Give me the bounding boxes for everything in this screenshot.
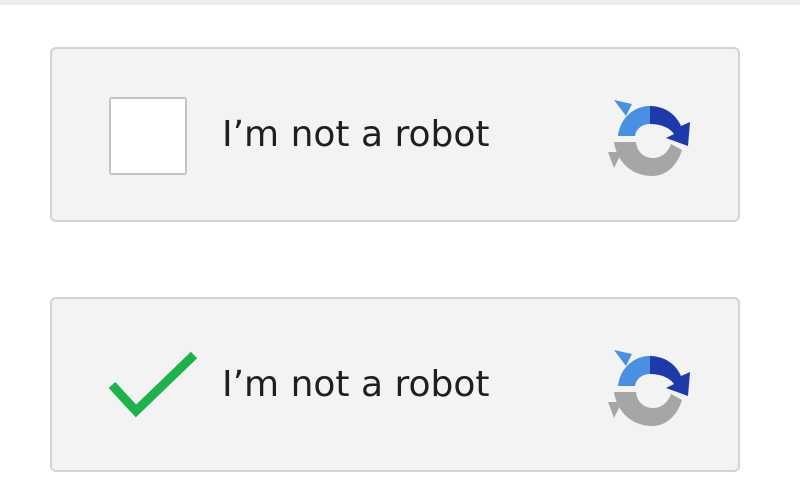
recaptcha-logo-icon bbox=[608, 100, 690, 176]
recaptcha-logo-icon bbox=[608, 350, 690, 426]
checkmark-icon[interactable] bbox=[108, 349, 198, 419]
top-edge-strip bbox=[0, 0, 800, 5]
captcha-label: I’m not a robot bbox=[222, 114, 490, 155]
captcha-widget-checked: I’m not a robot bbox=[50, 297, 740, 472]
captcha-widget-unchecked: I’m not a robot bbox=[50, 47, 740, 222]
captcha-checkbox[interactable] bbox=[109, 97, 187, 175]
captcha-label: I’m not a robot bbox=[222, 364, 490, 405]
